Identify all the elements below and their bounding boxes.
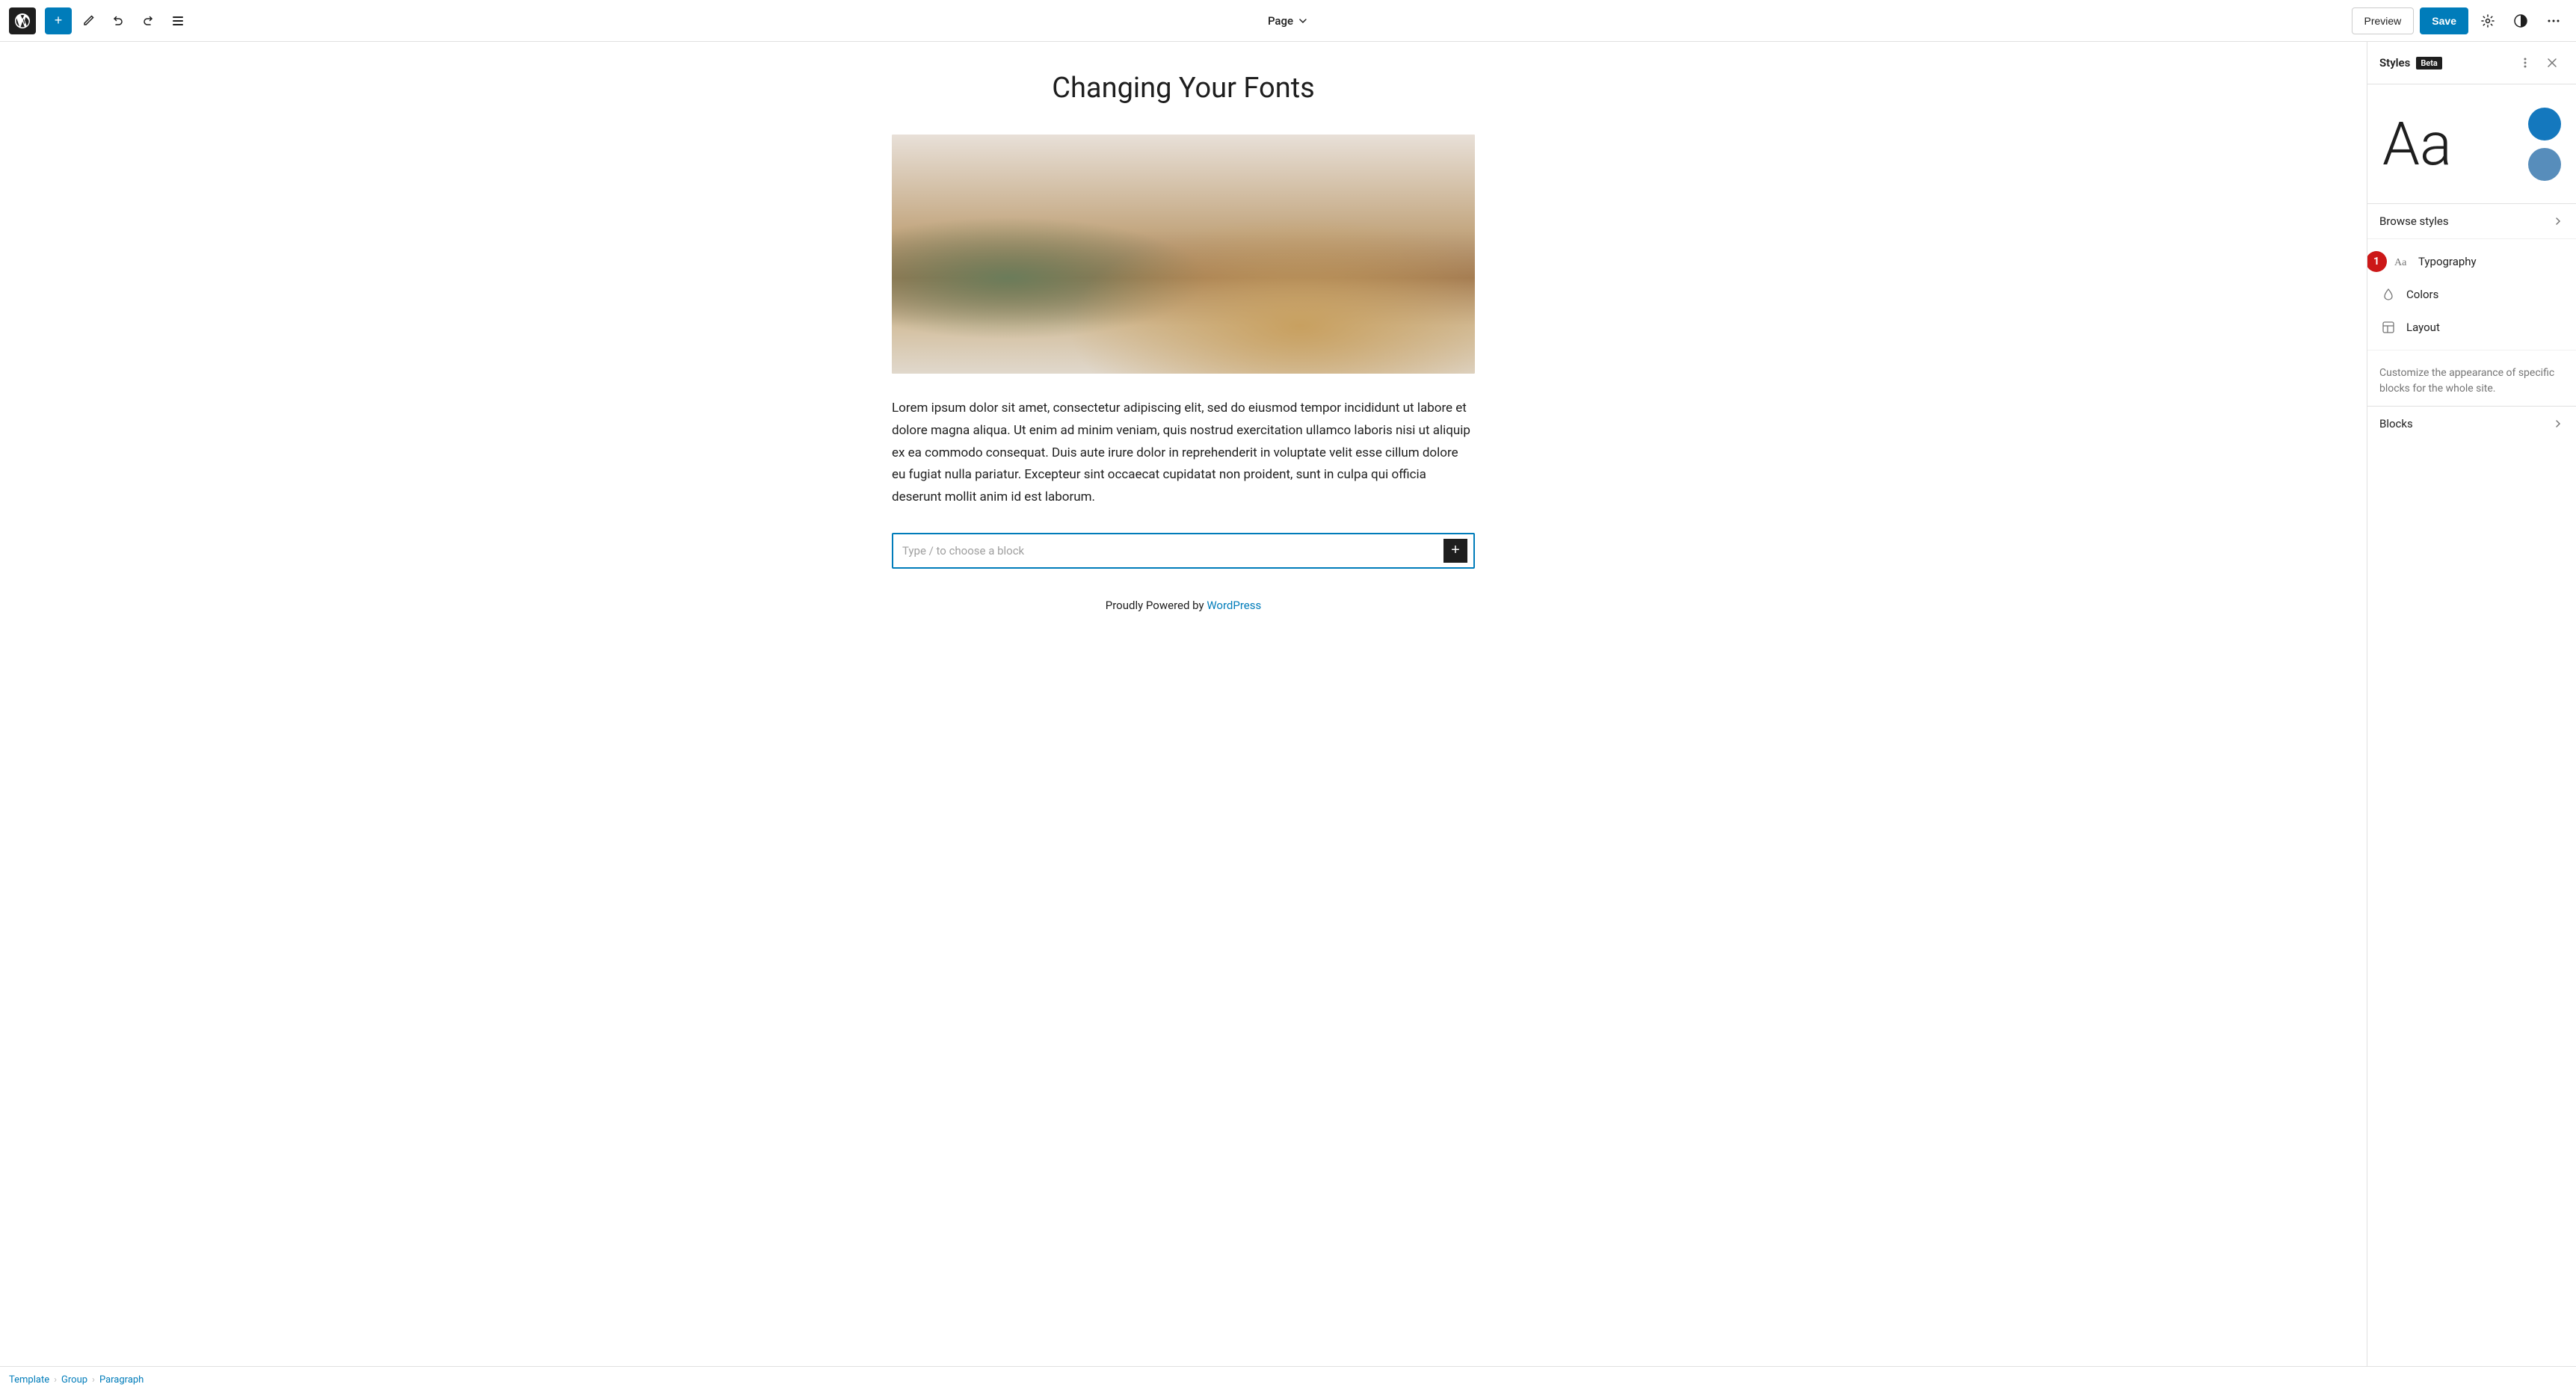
block-inserter[interactable]: Type / to choose a block + <box>892 533 1475 569</box>
colors-icon <box>2379 285 2397 303</box>
styles-panel-header: Styles Beta <box>2367 42 2576 84</box>
breadcrumb-template[interactable]: Template <box>9 1374 49 1386</box>
redo-icon <box>141 14 155 28</box>
save-button[interactable]: Save <box>2420 7 2468 34</box>
beta-badge: Beta <box>2416 57 2442 70</box>
blocks-label: Blocks <box>2379 417 2413 430</box>
editor-area[interactable]: Changing Your Fonts <box>0 42 2367 1366</box>
page-label: Page <box>1268 14 1293 28</box>
ellipsis-icon <box>2546 13 2561 28</box>
theme-icon <box>2513 13 2528 28</box>
breadcrumb-sep-2: › <box>92 1374 95 1386</box>
svg-text:Aa: Aa <box>2394 257 2407 268</box>
browse-styles-label: Browse styles <box>2379 214 2449 228</box>
typography-nav-item[interactable]: 1 Aa Typography <box>2367 245 2576 278</box>
styles-panel: Styles Beta Aa <box>2367 42 2576 1366</box>
vertical-ellipsis-icon <box>2518 56 2532 70</box>
toolbar-right: Preview Save <box>2352 7 2568 34</box>
close-icon <box>2545 56 2559 70</box>
layout-grid-icon <box>2382 321 2395 334</box>
redo-button[interactable] <box>135 7 161 34</box>
primary-color-circle <box>2528 108 2561 140</box>
editor-footer: Proudly Powered by WordPress <box>892 569 1475 627</box>
wordpress-link[interactable]: WordPress <box>1207 599 1261 612</box>
styles-section: 1 Aa Typography Colors <box>2367 239 2576 350</box>
blocks-chevron-right-icon <box>2552 418 2564 430</box>
colors-label: Colors <box>2406 288 2438 301</box>
droplet-icon <box>2382 288 2395 301</box>
typography-aa-icon: Aa <box>2394 255 2407 268</box>
preview-typography-text: Aa <box>2382 114 2452 174</box>
layout-icon <box>2379 318 2397 336</box>
blocks-nav-item[interactable]: Blocks <box>2367 407 2576 441</box>
living-room-image <box>892 135 1475 374</box>
layout-label: Layout <box>2406 321 2440 334</box>
styles-close-button[interactable] <box>2540 51 2564 75</box>
theme-toggle-button[interactable] <box>2507 7 2534 34</box>
editor-content: Changing Your Fonts <box>877 42 1490 687</box>
settings-icon <box>2480 13 2495 28</box>
colors-nav-item[interactable]: Colors <box>2367 278 2576 311</box>
page-title[interactable]: Changing Your Fonts <box>892 72 1475 105</box>
typography-label: Typography <box>2418 255 2477 268</box>
styles-more-button[interactable] <box>2513 51 2537 75</box>
styles-header-actions <box>2513 51 2564 75</box>
secondary-color-circle <box>2528 148 2561 181</box>
footer-text: Proudly Powered by <box>1106 599 1207 612</box>
pen-icon <box>81 14 95 28</box>
content-image <box>892 135 1475 374</box>
preview-button[interactable]: Preview <box>2352 7 2415 34</box>
main-area: Changing Your Fonts <box>0 42 2576 1366</box>
add-block-button[interactable]: + <box>45 7 72 34</box>
list-view-icon <box>171 14 185 28</box>
layout-nav-item[interactable]: Layout <box>2367 311 2576 344</box>
chevron-down-icon <box>1298 16 1308 26</box>
breadcrumb-group[interactable]: Group <box>61 1374 87 1386</box>
settings-button[interactable] <box>2474 7 2501 34</box>
styles-title-area: Styles Beta <box>2379 56 2442 70</box>
more-options-button[interactable] <box>2540 7 2567 34</box>
chevron-right-icon <box>2552 215 2564 227</box>
breadcrumb-paragraph[interactable]: Paragraph <box>99 1374 144 1386</box>
edit-tool-button[interactable] <box>75 7 102 34</box>
typography-icon: Aa <box>2391 253 2409 271</box>
room-illustration <box>892 135 1475 374</box>
styles-preview: Aa <box>2367 84 2576 204</box>
browse-styles-nav[interactable]: Browse styles <box>2367 204 2576 239</box>
customize-description: Customize the appearance of specific blo… <box>2367 350 2576 406</box>
preview-colors <box>2528 108 2561 181</box>
wp-logo[interactable] <box>9 7 36 34</box>
undo-icon <box>111 14 125 28</box>
step-badge: 1 <box>2367 251 2387 272</box>
block-inserter-placeholder: Type / to choose a block <box>902 544 1024 557</box>
wordpress-icon <box>13 12 31 30</box>
toolbar: + Page Preview Sav <box>0 0 2576 42</box>
body-paragraph[interactable]: Lorem ipsum dolor sit amet, consectetur … <box>892 398 1475 509</box>
breadcrumb: Template › Group › Paragraph <box>0 1366 2576 1393</box>
page-selector[interactable]: Page <box>1268 14 1308 28</box>
breadcrumb-sep-1: › <box>54 1374 57 1386</box>
styles-panel-title: Styles <box>2379 56 2410 70</box>
document-overview-button[interactable] <box>164 7 191 34</box>
undo-button[interactable] <box>105 7 132 34</box>
block-inserter-plus-button[interactable]: + <box>1443 539 1467 563</box>
